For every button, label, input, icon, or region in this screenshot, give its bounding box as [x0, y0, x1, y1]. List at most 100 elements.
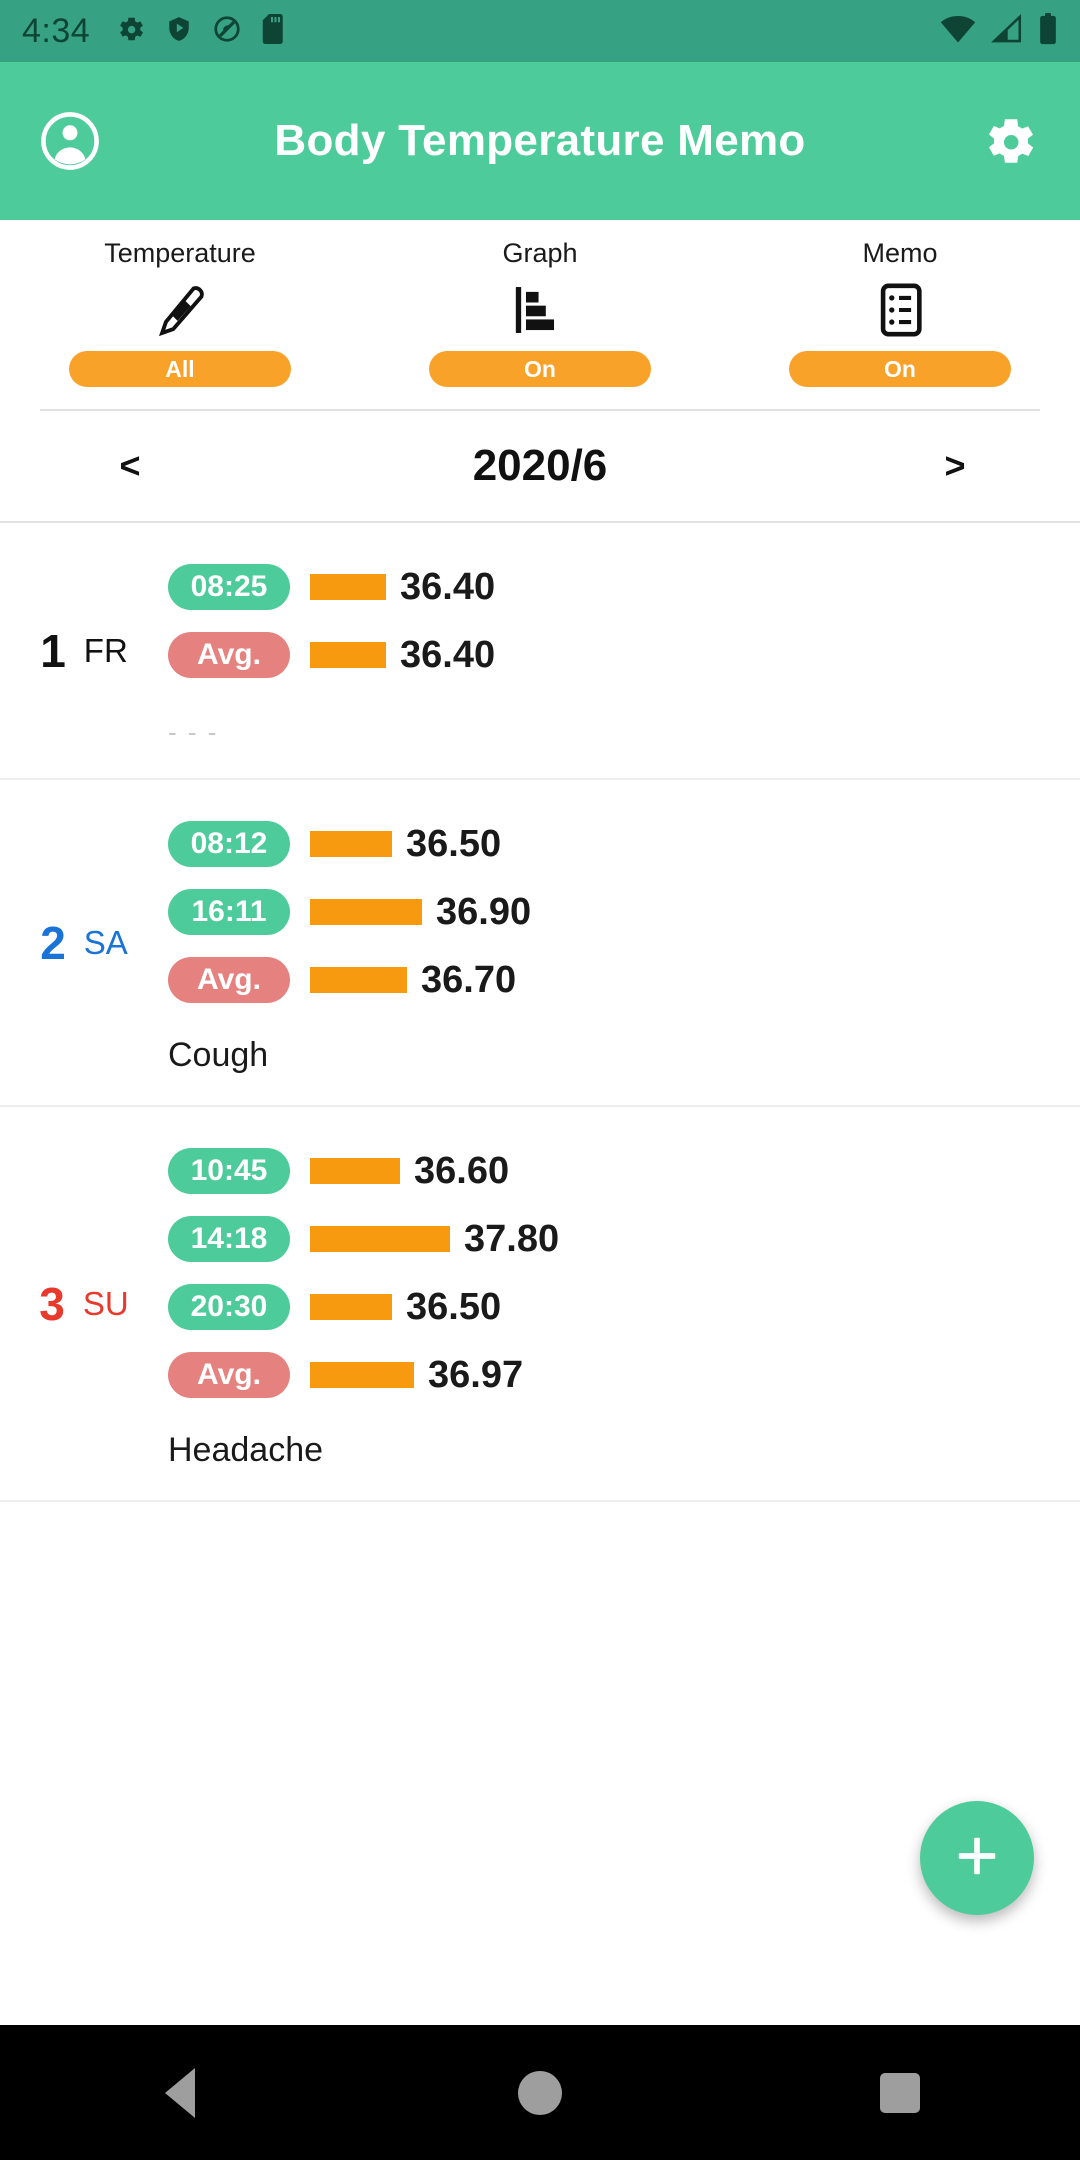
- temperature-reading-row[interactable]: 20:30 36.50: [168, 1277, 1080, 1337]
- day-of-week: FR: [83, 632, 128, 669]
- temperature-value: 36.50: [406, 1285, 502, 1328]
- day-row[interactable]: 3 SU 10:45 36.60 14:18 37.80 20:30 36.50 Avg. 36.…: [0, 1107, 1080, 1502]
- reading-bar-group: 36.50: [310, 823, 501, 866]
- do-not-disturb-icon: [212, 14, 242, 49]
- wifi-icon: [940, 14, 976, 49]
- day-date-cell: 2 SA: [0, 780, 168, 1105]
- temperature-reading-row[interactable]: 10:45 36.60: [168, 1141, 1080, 1201]
- day-readings: 08:25 36.40 Avg. 36.40 - - -: [168, 523, 1080, 778]
- reading-bar-group: 36.90: [310, 891, 531, 934]
- filter-graph[interactable]: Graph On: [360, 238, 720, 387]
- filter-row: Temperature All Graph On Memo On: [0, 220, 1080, 387]
- temperature-value: 37.80: [464, 1217, 560, 1260]
- reading-bar-group: 36.40: [310, 634, 495, 677]
- average-reading-row[interactable]: Avg. 36.97: [168, 1345, 1080, 1405]
- temperature-value: 36.70: [421, 958, 517, 1001]
- bar-chart-icon: [511, 279, 569, 341]
- back-triangle-icon[interactable]: [105, 2025, 255, 2160]
- temperature-bar: [310, 1294, 392, 1320]
- temperature-reading-row[interactable]: 16:11 36.90: [168, 882, 1080, 942]
- add-record-fab[interactable]: [920, 1801, 1034, 1915]
- average-reading-row[interactable]: Avg. 36.70: [168, 950, 1080, 1010]
- reading-time-pill: 08:25: [168, 564, 290, 610]
- temperature-bar: [310, 899, 422, 925]
- day-number: 3: [39, 1277, 65, 1330]
- reading-bar-group: 37.80: [310, 1218, 559, 1261]
- home-circle-icon[interactable]: [465, 2025, 615, 2160]
- average-reading-row[interactable]: Avg. 36.40: [168, 625, 1080, 685]
- temperature-value: 36.60: [414, 1149, 510, 1192]
- filter-graph-label: Graph: [502, 238, 578, 268]
- filter-memo-label: Memo: [862, 238, 938, 268]
- filter-temperature[interactable]: Temperature All: [0, 238, 360, 387]
- day-readings: 10:45 36.60 14:18 37.80 20:30 36.50 Avg. 36.97 H…: [168, 1107, 1080, 1500]
- temperature-value: 36.90: [436, 890, 532, 933]
- day-date-cell: 3 SU: [0, 1107, 168, 1500]
- recent-square-icon[interactable]: [825, 2025, 975, 2160]
- temperature-bar: [310, 1158, 400, 1184]
- shield-play-icon: [166, 14, 192, 49]
- reading-bar-group: 36.60: [310, 1150, 509, 1193]
- average-label-pill: Avg.: [168, 1352, 290, 1398]
- filter-temperature-label: Temperature: [104, 238, 256, 268]
- temperature-value: 36.50: [406, 822, 502, 865]
- reading-bar-group: 36.97: [310, 1354, 523, 1397]
- signal-icon: [990, 13, 1024, 49]
- day-of-week: SA: [83, 924, 128, 961]
- day-memo-text: Headache: [168, 1431, 324, 1469]
- account-icon[interactable]: [34, 105, 106, 177]
- reading-time-pill: 14:18: [168, 1216, 290, 1262]
- average-label-pill: Avg.: [168, 957, 290, 1003]
- temperature-reading-row[interactable]: 14:18 37.80: [168, 1209, 1080, 1269]
- prev-month-button[interactable]: <: [85, 445, 175, 487]
- temperature-reading-row[interactable]: 08:12 36.50: [168, 814, 1080, 874]
- reading-time-pill: 08:12: [168, 821, 290, 867]
- filter-memo[interactable]: Memo On: [720, 238, 1080, 387]
- temperature-bar: [310, 1226, 450, 1252]
- day-row[interactable]: 1 FR 08:25 36.40 Avg. 36.40 - - -: [0, 523, 1080, 780]
- reading-bar-group: 36.50: [310, 1286, 501, 1329]
- battery-icon: [1038, 12, 1058, 50]
- app-bar: Body Temperature Memo: [0, 62, 1080, 220]
- day-memo-text: Cough: [168, 1036, 269, 1074]
- day-row[interactable]: 2 SA 08:12 36.50 16:11 36.90 Avg. 36.70 Cough: [0, 780, 1080, 1107]
- reading-time-pill: 16:11: [168, 889, 290, 935]
- day-memo-text: - - -: [168, 717, 219, 747]
- page-title: Body Temperature Memo: [274, 116, 806, 165]
- filter-graph-value[interactable]: On: [429, 351, 651, 387]
- reading-time-pill: 10:45: [168, 1148, 290, 1194]
- plus-icon: [951, 1830, 1003, 1887]
- reading-bar-group: 36.40: [310, 566, 495, 609]
- filter-temperature-value[interactable]: All: [69, 351, 291, 387]
- temperature-bar: [310, 831, 392, 857]
- day-number: 1: [40, 624, 66, 677]
- status-bar-clock: 4:34: [22, 11, 91, 50]
- gear-icon: [116, 14, 146, 49]
- notepad-icon: [871, 279, 929, 341]
- temperature-value: 36.40: [400, 633, 496, 676]
- day-number: 2: [40, 916, 66, 969]
- temperature-bar: [310, 967, 407, 993]
- day-list[interactable]: 1 FR 08:25 36.40 Avg. 36.40 - - - 2 SA 08:12 36.50…: [0, 523, 1080, 1502]
- settings-gear-icon[interactable]: [974, 105, 1046, 177]
- status-bar: 4:34: [0, 0, 1080, 62]
- sd-card-icon: [262, 13, 286, 49]
- filter-memo-value[interactable]: On: [789, 351, 1011, 387]
- temperature-reading-row[interactable]: 08:25 36.40: [168, 557, 1080, 617]
- app-screen: 4:34 Body Temperature Memo Temperature A…: [0, 0, 1080, 2160]
- temperature-value: 36.97: [428, 1353, 524, 1396]
- temperature-bar: [310, 642, 386, 668]
- android-nav-bar: [0, 2025, 1080, 2160]
- temperature-bar: [310, 1362, 414, 1388]
- month-navigation: < 2020/6 >: [0, 411, 1080, 521]
- status-bar-left-icons: [116, 13, 286, 49]
- day-of-week: SU: [82, 1285, 129, 1322]
- day-date-cell: 1 FR: [0, 523, 168, 778]
- status-bar-right-icons: [940, 12, 1058, 50]
- reading-bar-group: 36.70: [310, 959, 516, 1002]
- temperature-value: 36.40: [400, 565, 496, 608]
- next-month-button[interactable]: >: [910, 445, 1000, 487]
- average-label-pill: Avg.: [168, 632, 290, 678]
- day-readings: 08:12 36.50 16:11 36.90 Avg. 36.70 Cough: [168, 780, 1080, 1105]
- temperature-bar: [310, 574, 386, 600]
